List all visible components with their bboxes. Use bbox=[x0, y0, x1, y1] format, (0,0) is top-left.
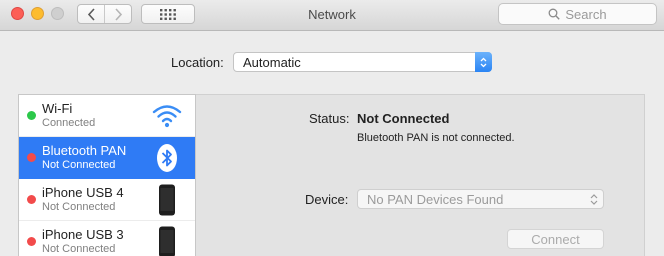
status-dot-not-connected bbox=[27, 195, 36, 204]
chevron-left-icon bbox=[87, 7, 95, 21]
status-dot-not-connected bbox=[27, 153, 36, 162]
back-forward-group bbox=[77, 4, 132, 24]
status-dot-connected bbox=[27, 111, 36, 120]
forward-button[interactable] bbox=[104, 5, 131, 23]
location-label: Location: bbox=[171, 55, 224, 70]
device-value: No PAN Devices Found bbox=[367, 192, 504, 207]
select-arrows-icon bbox=[475, 52, 492, 72]
service-name: iPhone USB 3 bbox=[42, 227, 124, 242]
service-item-bluetooth-pan[interactable]: Bluetooth PAN Not Connected bbox=[19, 137, 195, 179]
status-label: Status: bbox=[309, 111, 350, 126]
title-bar: Network Search bbox=[0, 0, 664, 31]
service-name: iPhone USB 4 bbox=[42, 185, 124, 200]
device-select[interactable]: No PAN Devices Found bbox=[357, 189, 604, 209]
service-status: Not Connected bbox=[42, 159, 116, 171]
minimize-window-button[interactable] bbox=[31, 7, 44, 20]
search-field[interactable]: Search bbox=[498, 3, 657, 25]
show-all-button[interactable] bbox=[141, 4, 195, 24]
back-button[interactable] bbox=[78, 5, 104, 23]
select-arrows-icon bbox=[590, 194, 598, 205]
close-window-button[interactable] bbox=[11, 7, 24, 20]
service-status: Not Connected bbox=[42, 201, 116, 213]
service-status: Not Connected bbox=[42, 243, 116, 255]
chevron-right-icon bbox=[114, 7, 122, 21]
location-select[interactable]: Automatic bbox=[233, 52, 492, 72]
device-label: Device: bbox=[305, 192, 349, 207]
iphone-icon bbox=[151, 184, 183, 216]
zoom-window-button[interactable] bbox=[51, 7, 64, 20]
service-name: Wi-Fi bbox=[42, 101, 73, 116]
wifi-icon bbox=[151, 100, 183, 132]
status-value: Not Connected bbox=[357, 111, 450, 126]
status-dot-not-connected bbox=[27, 237, 36, 246]
service-item-iphone-usb-4[interactable]: iPhone USB 4 Not Connected bbox=[19, 179, 195, 221]
service-item-wifi[interactable]: Wi-Fi Connected bbox=[19, 95, 195, 137]
service-status: Connected bbox=[42, 117, 96, 129]
bluetooth-icon bbox=[151, 142, 183, 174]
iphone-icon bbox=[151, 226, 183, 256]
status-description: Bluetooth PAN is not connected. bbox=[357, 132, 515, 144]
connect-button[interactable]: Connect bbox=[507, 229, 604, 249]
search-icon bbox=[548, 8, 561, 20]
search-placeholder: Search bbox=[565, 6, 607, 22]
location-value: Automatic bbox=[243, 55, 301, 70]
grid-icon bbox=[160, 8, 176, 20]
service-list: Wi-Fi Connected Bluetooth PAN Not Connec… bbox=[18, 94, 196, 256]
service-item-iphone-usb-3[interactable]: iPhone USB 3 Not Connected bbox=[19, 221, 195, 256]
service-name: Bluetooth PAN bbox=[42, 143, 127, 158]
